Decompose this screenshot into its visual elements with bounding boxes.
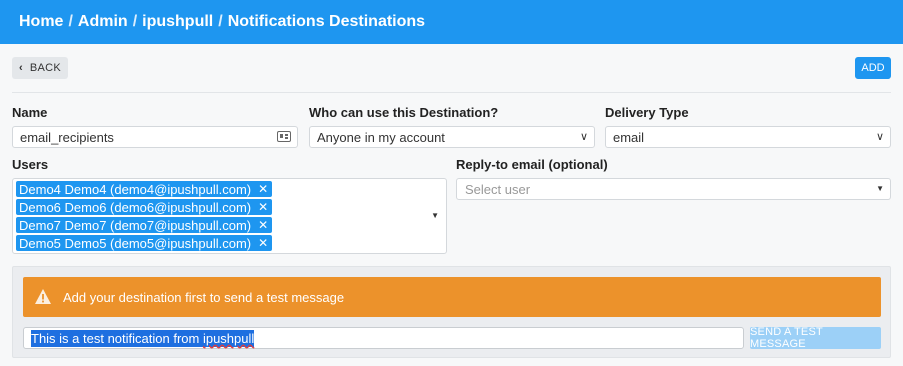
name-input-value: email_recipients [20, 129, 114, 145]
user-chip: Demo4 Demo4 (demo4@ipushpull.com) ✕ [16, 181, 273, 197]
delivery-select-value: email [613, 129, 645, 145]
remove-icon[interactable]: ✕ [258, 236, 268, 250]
users-multiselect[interactable]: Demo4 Demo4 (demo4@ipushpull.com) ✕ Demo6… [12, 178, 447, 254]
breadcrumb: Home / Admin / ipushpull / Notifications Desti… [19, 13, 425, 31]
top-bar: Home / Admin / ipushpull / Notifications Desti… [0, 0, 903, 44]
user-chip-label: Demo6 Demo6 (demo6@ipushpull.com) [19, 199, 252, 215]
name-input[interactable]: email_recipients [12, 126, 298, 148]
delivery-label: Delivery Type [605, 105, 689, 120]
add-button[interactable]: ADD [855, 57, 891, 79]
user-chip-label: Demo7 Demo7 (demo7@ipushpull.com) [19, 217, 252, 233]
user-chip: Demo7 Demo7 (demo7@ipushpull.com) ✕ [16, 217, 273, 233]
warning-text: Add your destination first to send a tes… [63, 289, 345, 305]
reply-to-placeholder: Select user [465, 181, 531, 197]
who-select-value: Anyone in my account [317, 129, 445, 145]
id-card-icon [277, 131, 291, 142]
name-label: Name [12, 105, 48, 120]
chevron-down-icon: ∨ [875, 131, 884, 143]
reply-to-select[interactable]: Select user ▼ [456, 178, 891, 200]
remove-icon[interactable]: ✕ [258, 218, 268, 232]
caret-down-icon[interactable]: ▼ [431, 211, 439, 220]
breadcrumb-separator: / [132, 13, 138, 30]
breadcrumb-admin[interactable]: Admin [78, 13, 128, 30]
who-select[interactable]: Anyone in my account ∨ [309, 126, 595, 148]
breadcrumb-current: Notifications Destinations [227, 13, 426, 30]
user-chip-label: Demo4 Demo4 (demo4@ipushpull.com) [19, 181, 252, 197]
remove-icon[interactable]: ✕ [258, 182, 268, 196]
test-message-input[interactable]: This is a test notification from ipushpu… [23, 327, 744, 349]
user-chip: Demo6 Demo6 (demo6@ipushpull.com) ✕ [16, 199, 273, 215]
breadcrumb-separator: / [218, 13, 223, 30]
delivery-select[interactable]: email ∨ [605, 126, 891, 148]
warning-alert: Add your destination first to send a tes… [23, 277, 881, 317]
breadcrumb-org[interactable]: ipushpull [142, 13, 213, 30]
divider [12, 92, 891, 93]
test-message-panel: Add your destination first to send a tes… [12, 266, 891, 358]
users-label: Users [12, 157, 49, 172]
test-message-text: This is a test notification from ipushpu… [31, 329, 255, 347]
caret-down-icon: ▼ [876, 184, 884, 193]
back-button[interactable]: ‹ BACK [12, 57, 68, 79]
breadcrumb-separator: / [68, 13, 73, 30]
who-label: Who can use this Destination? [309, 105, 499, 120]
user-chip-label: Demo5 Demo5 (demo5@ipushpull.com) [19, 235, 252, 251]
user-chip: Demo5 Demo5 (demo5@ipushpull.com) ✕ [16, 235, 273, 251]
reply-label: Reply-to email (optional) [456, 157, 608, 172]
chevron-left-icon: ‹ [18, 62, 23, 74]
chevron-down-icon: ∨ [579, 131, 588, 143]
remove-icon[interactable]: ✕ [258, 200, 268, 214]
back-button-label: BACK [29, 62, 62, 74]
send-test-message-button[interactable]: SEND A TEST MESSAGE [750, 326, 881, 350]
warning-icon [35, 289, 51, 304]
breadcrumb-home[interactable]: Home [19, 13, 63, 30]
